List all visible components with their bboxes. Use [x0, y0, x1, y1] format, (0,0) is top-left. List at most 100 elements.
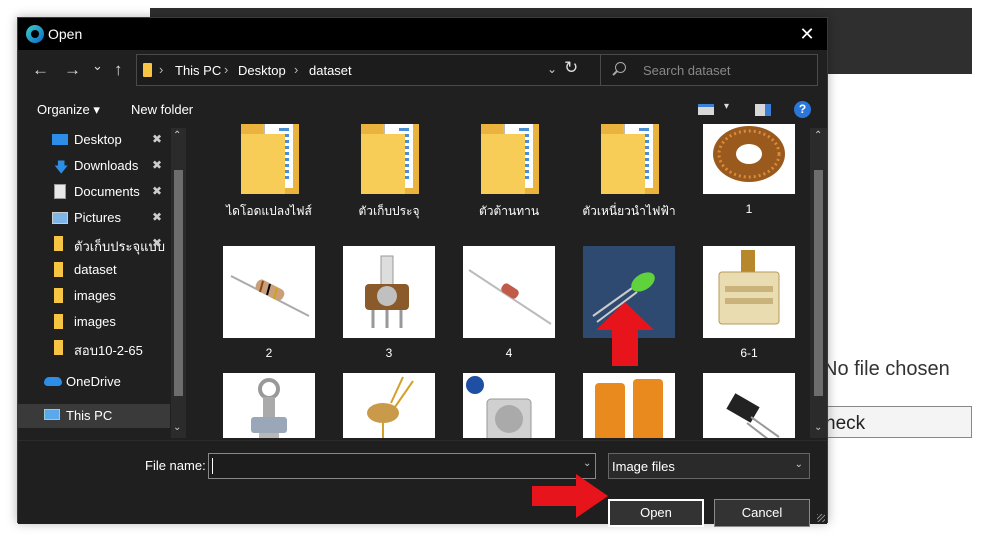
scroll-down-icon[interactable]: ⌄ [173, 422, 181, 433]
sidebar-item-capacitor-folder[interactable]: ตัวเก็บประจุแบบ ✖ [18, 232, 170, 256]
preview-pane-icon[interactable] [755, 104, 771, 116]
sidebar-item-images[interactable]: images [18, 310, 170, 334]
dialog-footer: File name: ⌄ Image files ⌄ Open Cancel [18, 440, 827, 527]
image-thumbnail [703, 124, 795, 194]
folder-icon [54, 314, 63, 329]
check-button[interactable]: neck [812, 406, 972, 438]
search-icon [615, 62, 626, 73]
pin-icon: ✖ [152, 132, 163, 146]
sidebar-item-label: images [74, 314, 116, 329]
sidebar-item-documents[interactable]: Documents ✖ [18, 180, 170, 204]
image-item[interactable] [686, 373, 806, 438]
sidebar-item-this-pc[interactable]: This PC [18, 404, 170, 428]
image-item[interactable]: 4 [446, 246, 566, 372]
sidebar-item-label: images [74, 288, 116, 303]
title-bar: Open ✕ [18, 18, 827, 50]
scroll-up-icon[interactable]: ⌃ [814, 130, 822, 141]
image-item[interactable] [326, 373, 446, 438]
text-caret [212, 458, 213, 474]
new-folder-button[interactable]: New folder [131, 102, 193, 117]
file-name: ไดโอดแปลงไฟส์ [226, 204, 312, 218]
scroll-down-icon[interactable]: ⌄ [814, 422, 822, 433]
search-box[interactable]: Search dataset [600, 54, 818, 86]
file-name-label: File name: [145, 458, 206, 473]
image-item[interactable]: 1 [686, 124, 806, 250]
open-button[interactable]: Open [608, 499, 704, 527]
pin-icon: ✖ [152, 210, 163, 224]
help-icon[interactable]: ? [794, 101, 811, 118]
image-thumbnail [463, 246, 555, 338]
desktop-icon [52, 134, 68, 145]
no-file-chosen-text: No file chosen [823, 358, 950, 380]
cancel-button[interactable]: Cancel [714, 499, 810, 527]
content-scroll-thumb[interactable] [814, 170, 823, 396]
toolbar: Organize ▾ New folder ▾ ? [18, 96, 827, 124]
image-item[interactable]: 6-1 [686, 246, 806, 372]
sidebar-item-downloads[interactable]: 🡇 Downloads ✖ [18, 154, 170, 178]
breadcrumb-separator: › [294, 62, 299, 77]
dialog-title: Open [48, 26, 83, 42]
close-button[interactable]: ✕ [793, 20, 821, 48]
sidebar-item-onedrive[interactable]: OneDrive [18, 370, 170, 394]
image-thumbnail [343, 246, 435, 338]
image-thumbnail [703, 246, 795, 338]
file-type-select[interactable]: Image files ⌄ [608, 453, 810, 479]
forward-arrow-icon[interactable]: → [64, 60, 81, 80]
sidebar-item-dataset[interactable]: dataset [18, 258, 170, 282]
sidebar-item-label: Documents [74, 184, 140, 199]
scroll-up-icon[interactable]: ⌃ [173, 130, 181, 141]
file-name: 4 [505, 346, 513, 360]
sidebar-item-pictures[interactable]: Pictures ✖ [18, 206, 170, 230]
image-item[interactable] [206, 373, 326, 438]
sidebar-item-images[interactable]: images [18, 284, 170, 308]
breadcrumb-dataset[interactable]: dataset [309, 63, 352, 78]
organize-menu[interactable]: Organize ▾ [37, 102, 100, 118]
computer-icon [44, 409, 60, 420]
folder-item[interactable]: ตัวเหนี่ยวนำไฟฟ้า [566, 124, 686, 250]
image-item[interactable] [446, 373, 566, 438]
breadcrumb-separator: › [224, 62, 229, 77]
file-type-value: Image files [612, 459, 675, 474]
file-name: ตัวเหนี่ยวนำไฟฟ้า [582, 204, 676, 218]
pin-icon: ✖ [152, 158, 163, 172]
address-bar[interactable]: › This PC › Desktop › dataset ⌄ [136, 54, 608, 86]
resize-grip-icon[interactable] [817, 514, 825, 522]
folder-icon [54, 236, 63, 251]
sidebar-item-label: Downloads [74, 158, 139, 173]
chevron-down-icon[interactable]: ⌄ [583, 458, 591, 469]
sidebar-item-exam-folder[interactable]: สอบ10-2-65 [18, 336, 170, 360]
file-name: 2 [265, 346, 273, 360]
breadcrumb-this-pc[interactable]: This PC [175, 63, 221, 78]
breadcrumb-desktop[interactable]: Desktop [238, 63, 286, 78]
back-arrow-icon[interactable]: ← [32, 60, 49, 80]
sidebar-item-label: This PC [66, 408, 113, 423]
image-item[interactable] [566, 373, 686, 438]
image-thumbnail [463, 373, 555, 438]
open-file-dialog: Open ✕ ← → ⌄ ↑ › This PC › Desktop › dat… [17, 17, 828, 527]
folder-item[interactable]: ตัวเก็บประจุ [326, 124, 446, 250]
view-mode-icon[interactable] [698, 104, 714, 115]
recent-locations-icon[interactable]: ⌄ [92, 58, 103, 74]
folder-item[interactable]: ไดโอดแปลงไฟส์ [206, 124, 326, 250]
sidebar-item-desktop[interactable]: Desktop ✖ [18, 128, 170, 152]
sidebar-scroll-thumb[interactable] [174, 170, 183, 396]
search-placeholder: Search dataset [643, 63, 731, 78]
refresh-icon[interactable]: ↻ [564, 58, 578, 78]
folder-icon [361, 124, 419, 194]
image-item[interactable]: 3 [326, 246, 446, 372]
folder-icon [481, 124, 539, 194]
documents-icon [54, 184, 66, 199]
view-options-chevron-icon[interactable]: ▾ [724, 101, 729, 112]
up-arrow-icon[interactable]: ↑ [114, 60, 123, 80]
folder-icon [54, 340, 63, 355]
download-icon: 🡇 [54, 159, 69, 175]
chevron-down-icon: ⌄ [794, 459, 803, 470]
sidebar-item-label: Pictures [74, 210, 121, 225]
file-name: 1 [745, 202, 753, 216]
image-item[interactable]: 2 [206, 246, 326, 372]
file-name: 3 [385, 346, 393, 360]
chevron-down-icon[interactable]: ⌄ [547, 62, 557, 76]
folder-item[interactable]: ตัวต้านทาน [446, 124, 566, 250]
image-thumbnail [223, 373, 315, 438]
pictures-icon [52, 212, 68, 224]
